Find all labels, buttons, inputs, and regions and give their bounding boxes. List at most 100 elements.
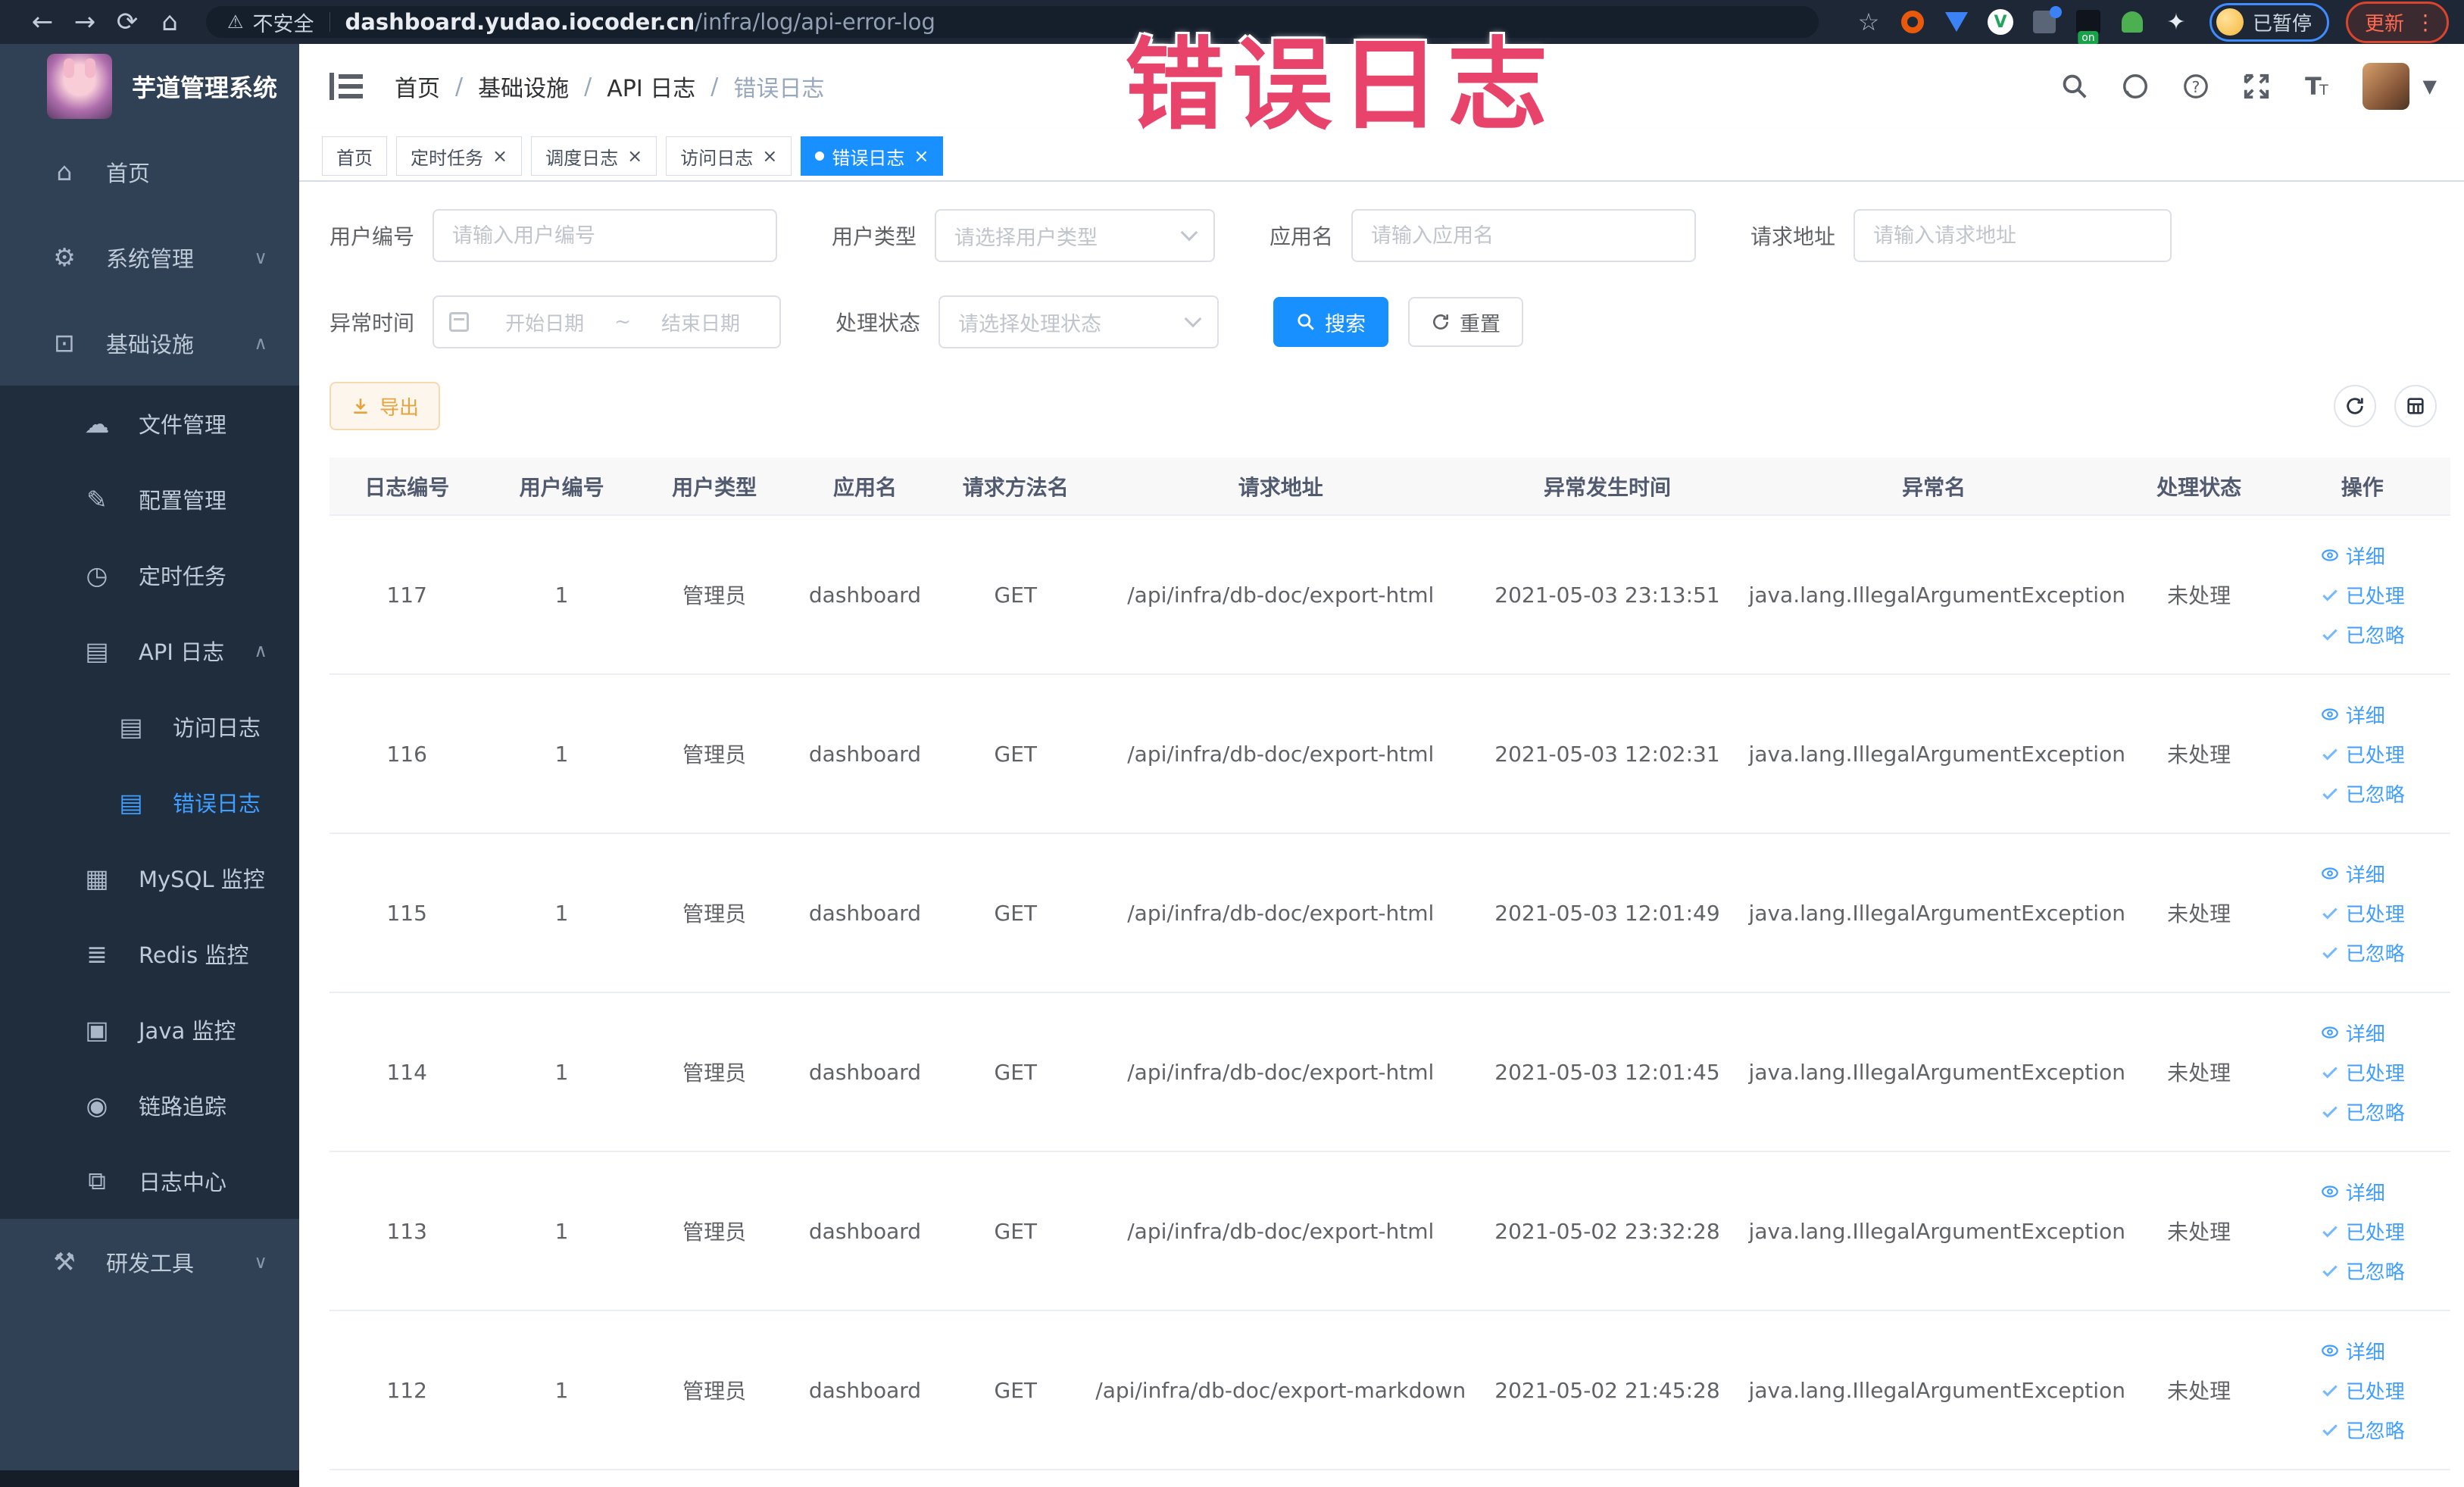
sidebar-menu-item[interactable]: ☁ 文件管理: [0, 386, 299, 461]
sidebar-menu: ⌂ 首页 ⚙ 系统管理 ∨ ⊡ 基础设施 ∧ ☁ 文件管理 ✎ 配置管理 ◷ 定…: [0, 129, 299, 1304]
mark-processed-action-link[interactable]: 已处理: [2320, 1211, 2405, 1251]
address-bar[interactable]: ⚠ 不安全 dashboard.yudao.iocoder.cn /infra/…: [206, 6, 1819, 38]
url-path: /infra/log/api-error-log: [695, 9, 935, 35]
sidebar-menu-item[interactable]: ⌂ 首页: [0, 129, 299, 214]
browser-reload-button[interactable]: ⟳: [106, 7, 148, 37]
app-title: 芋道管理系统: [132, 73, 278, 102]
sidebar-menu-item[interactable]: ◷ 定时任务: [0, 537, 299, 613]
sidebar-menu-item[interactable]: ⚙ 系统管理 ∨: [0, 214, 299, 300]
check-icon: [2322, 1226, 2338, 1238]
table-header-row: 日志编号 用户编号 用户类型 应用名 请求方法名 请求地址 异常发生时间 异常名…: [329, 458, 2450, 516]
bookmark-star-icon[interactable]: ☆: [1852, 5, 1885, 39]
request-url-input[interactable]: [1853, 209, 2172, 262]
browser-profile-chip[interactable]: 已暂停: [2209, 2, 2329, 42]
search-icon[interactable]: [2056, 68, 2093, 105]
extensions-puzzle-icon[interactable]: ✦: [2160, 5, 2193, 39]
mark-processed-action-link[interactable]: 已处理: [2320, 734, 2405, 773]
mark-ignored-action-link[interactable]: 已忽略: [2320, 1410, 2405, 1449]
date-range-picker[interactable]: 开始日期 ~ 结束日期: [433, 295, 782, 348]
extension-grid-icon[interactable]: [2028, 5, 2062, 39]
breadcrumb-label[interactable]: 基础设施: [478, 70, 569, 103]
breadcrumb-label[interactable]: API 日志: [607, 70, 695, 103]
extension-orange-icon[interactable]: [1896, 5, 1929, 39]
detail-action-link[interactable]: 详细: [2320, 1172, 2385, 1211]
sidebar-menu-item[interactable]: ≣ Redis 监控: [0, 916, 299, 992]
search-button[interactable]: 搜索: [1273, 297, 1389, 347]
eye-icon: [2321, 1026, 2338, 1039]
sidebar-menu-item[interactable]: ▤ 访问日志: [0, 689, 299, 764]
tab-close-icon[interactable]: ×: [762, 147, 777, 165]
mark-processed-action-link[interactable]: 已处理: [2320, 575, 2405, 614]
sidebar-menu-item[interactable]: ▤ API 日志 ∧: [0, 613, 299, 689]
detail-action-link[interactable]: 详细: [2320, 1013, 2385, 1052]
view-tab[interactable]: 调度日志 ×: [531, 136, 657, 176]
mark-ignored-action-link[interactable]: 已忽略: [2320, 614, 2405, 654]
security-label: 不安全: [252, 12, 314, 36]
user-avatar[interactable]: [2362, 63, 2409, 110]
user-type-select[interactable]: 请选择用户类型: [935, 209, 1216, 262]
tab-close-icon[interactable]: ×: [627, 147, 642, 165]
sidebar-menu-item[interactable]: ◉ 链路追踪: [0, 1067, 299, 1143]
end-date-placeholder[interactable]: 结束日期: [637, 308, 764, 336]
mark-ignored-action-link[interactable]: 已忽略: [2320, 932, 2405, 972]
chevron-down-icon: [1184, 310, 1202, 328]
breadcrumb-item: 基础设施 /: [478, 70, 607, 103]
view-tab[interactable]: 错误日志 ×: [801, 136, 944, 176]
extension-green-v-icon[interactable]: V: [1984, 5, 2017, 39]
active-tab-dot: [815, 152, 825, 161]
detail-action-link[interactable]: 详细: [2320, 695, 2385, 734]
sidebar-menu-item[interactable]: ⚒ 研发工具 ∨: [0, 1219, 299, 1304]
mark-ignored-action-link[interactable]: 已忽略: [2320, 1092, 2405, 1131]
font-size-icon[interactable]: TT: [2299, 68, 2335, 105]
reset-button[interactable]: 重置: [1408, 297, 1524, 347]
breadcrumb-label[interactable]: 错误日志: [733, 70, 824, 103]
breadcrumb-label[interactable]: 首页: [395, 70, 440, 103]
tab-close-icon[interactable]: ×: [492, 147, 507, 165]
process-status-select[interactable]: 请选择处理状态: [938, 295, 1220, 348]
sidebar-item-icon: ▦: [85, 863, 109, 893]
view-tab[interactable]: 访问日志 ×: [666, 136, 792, 176]
export-button[interactable]: 导出: [329, 382, 441, 430]
sidebar-toggle-icon[interactable]: [329, 71, 363, 102]
extension-on-badge-icon[interactable]: on: [2072, 5, 2105, 45]
start-date-placeholder[interactable]: 开始日期: [481, 308, 608, 336]
sidebar-menu-item[interactable]: ▣ Java 监控: [0, 992, 299, 1067]
fullscreen-icon[interactable]: [2238, 68, 2275, 105]
browser-forward-button[interactable]: →: [64, 7, 106, 37]
sidebar-item-icon: ◷: [86, 560, 108, 590]
detail-action-link[interactable]: 详细: [2320, 1331, 2385, 1370]
detail-action-link[interactable]: 详细: [2320, 536, 2385, 575]
app-name-input[interactable]: [1351, 209, 1697, 262]
browser-home-button[interactable]: ⌂: [148, 7, 191, 37]
tab-close-icon[interactable]: ×: [913, 147, 929, 165]
user-id-input[interactable]: [433, 209, 778, 262]
github-icon[interactable]: [2117, 68, 2153, 105]
extension-plant-icon[interactable]: [2116, 5, 2149, 39]
mark-ignored-action-link[interactable]: 已忽略: [2320, 773, 2405, 813]
cell-method: GET: [940, 833, 1091, 993]
detail-action-link[interactable]: 详细: [2320, 854, 2385, 893]
help-icon[interactable]: ?: [2178, 68, 2214, 105]
mark-processed-action-link[interactable]: 已处理: [2320, 1052, 2405, 1092]
mark-processed-action-link[interactable]: 已处理: [2320, 1370, 2405, 1410]
column-settings-button[interactable]: [2394, 385, 2437, 427]
sidebar-menu-item[interactable]: ▤ 错误日志: [0, 764, 299, 840]
sidebar-menu-item[interactable]: ▦ MySQL 监控: [0, 840, 299, 916]
sidebar-item-icon: ⊡: [54, 328, 75, 358]
extension-shield-icon[interactable]: [1940, 5, 1973, 39]
browser-back-button[interactable]: ←: [21, 7, 64, 37]
view-tab[interactable]: 定时任务 ×: [396, 136, 523, 176]
mark-processed-action-link[interactable]: 已处理: [2320, 893, 2405, 932]
view-tab[interactable]: 首页 ×: [322, 136, 387, 176]
sidebar-logo-link[interactable]: 芋道管理系统: [0, 44, 299, 129]
browser-update-button[interactable]: 更新 ⋮: [2345, 1, 2449, 43]
sidebar-item-icon: ▤: [119, 787, 143, 817]
refresh-table-button[interactable]: [2334, 385, 2376, 427]
sidebar-menu-item[interactable]: ⊡ 基础设施 ∧: [0, 300, 299, 386]
sidebar-menu-item[interactable]: ⧉ 日志中心: [0, 1143, 299, 1219]
browser-menu-kebab-icon[interactable]: ⋮: [2415, 10, 2436, 35]
mark-ignored-action-link[interactable]: 已忽略: [2320, 1251, 2405, 1290]
user-menu-caret-icon[interactable]: ▼: [2423, 76, 2437, 97]
sidebar-menu-item[interactable]: ✎ 配置管理: [0, 461, 299, 537]
sidebar-collapse-bar[interactable]: [0, 1470, 299, 1487]
